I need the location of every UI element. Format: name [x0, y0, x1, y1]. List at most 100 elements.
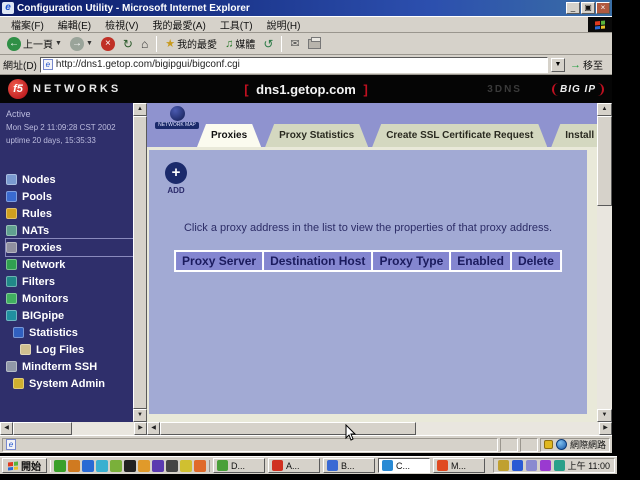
go-button[interactable]: → 移至 — [568, 57, 609, 72]
tab-install-ssl-certificate[interactable]: Install SSL Certif — [551, 124, 597, 147]
column-header-proxy-server[interactable]: Proxy Server — [176, 252, 262, 270]
scrollbar-thumb[interactable] — [160, 422, 416, 435]
sidebar-item-mindterm-ssh[interactable]: Mindterm SSH — [6, 358, 133, 375]
taskbar-clock[interactable]: 上午 11:00 — [568, 459, 610, 472]
sidebar-item-log-files[interactable]: Log Files — [6, 341, 133, 358]
tray-icon[interactable] — [512, 460, 523, 471]
main-vertical-scrollbar[interactable]: ▲ ▼ — [597, 103, 612, 422]
sidebar-item-pools[interactable]: Pools — [6, 188, 133, 205]
menu-favorites[interactable]: 我的最愛(A) — [145, 17, 212, 32]
back-dropdown-icon[interactable]: ▼ — [55, 40, 62, 47]
column-header-proxy-type[interactable]: Proxy Type — [373, 252, 449, 270]
refresh-button[interactable]: ↻ — [120, 36, 136, 52]
menu-edit[interactable]: 編輯(E) — [51, 17, 98, 32]
sidebar-item-nats[interactable]: NATs — [6, 222, 133, 239]
quicklaunch-icon[interactable] — [54, 460, 66, 472]
proxies-icon — [6, 242, 17, 253]
scrollbar-thumb[interactable] — [597, 116, 612, 206]
task-icon — [437, 460, 448, 471]
title-bar[interactable]: e Configuration Utility - Microsoft Inte… — [0, 0, 612, 16]
sidebar-item-label: BIGpipe — [22, 310, 64, 322]
scroll-right-icon[interactable]: ▶ — [599, 422, 612, 435]
sidebar-item-monitors[interactable]: Monitors — [6, 290, 133, 307]
quicklaunch-icon[interactable] — [138, 460, 150, 472]
quicklaunch-icon[interactable] — [124, 460, 136, 472]
tray-icon[interactable] — [526, 460, 537, 471]
sidebar-item-proxies[interactable]: Proxies — [6, 239, 133, 256]
scroll-up-icon[interactable]: ▲ — [597, 103, 612, 116]
quicklaunch-icon[interactable] — [68, 460, 80, 472]
favorites-button[interactable]: ★ 我的最愛 — [162, 35, 220, 52]
quicklaunch-icon[interactable] — [96, 460, 108, 472]
stop-icon: × — [101, 37, 115, 51]
tab-proxies[interactable]: Proxies — [197, 124, 261, 147]
media-button[interactable]: ♫ 媒體 — [222, 35, 258, 52]
menu-file[interactable]: 檔案(F) — [4, 17, 51, 32]
scroll-left-icon[interactable]: ◀ — [147, 422, 160, 435]
tray-icon[interactable] — [554, 460, 565, 471]
sidebar-item-rules[interactable]: Rules — [6, 205, 133, 222]
system-info: Active Mon Sep 2 11:09:28 CST 2002 uptim… — [6, 108, 133, 147]
menu-help[interactable]: 說明(H) — [260, 17, 308, 32]
tray-volume-icon[interactable] — [498, 460, 509, 471]
back-button[interactable]: ← 上一頁 ▼ — [4, 35, 65, 52]
scroll-down-icon[interactable]: ▼ — [597, 409, 612, 422]
log-files-icon — [20, 344, 31, 355]
sidebar-item-statistics[interactable]: Statistics — [6, 324, 133, 341]
menu-view[interactable]: 檢視(V) — [98, 17, 145, 32]
address-input[interactable]: e http://dns1.getop.com/bigipgui/bigconf… — [40, 57, 548, 73]
column-header-delete[interactable]: Delete — [512, 252, 560, 270]
scrollbar-thumb[interactable] — [13, 422, 72, 435]
sidebar-item-filters[interactable]: Filters — [6, 273, 133, 290]
sidebar-vertical-scrollbar[interactable]: ▲ ▼ — [133, 103, 147, 422]
forward-dropdown-icon[interactable]: ▼ — [86, 40, 93, 47]
tab-proxy-statistics[interactable]: Proxy Statistics — [265, 124, 368, 147]
start-button[interactable]: 開始 — [2, 458, 47, 473]
scrollbar-thumb[interactable] — [133, 116, 147, 409]
stop-button[interactable]: × — [98, 36, 118, 52]
sidebar-item-nodes[interactable]: Nodes — [6, 171, 133, 188]
address-dropdown-button[interactable]: ▼ — [551, 58, 565, 72]
sidebar-item-bigpipe[interactable]: BIGpipe — [6, 307, 133, 324]
scroll-left-icon[interactable]: ◀ — [0, 422, 13, 435]
maximize-button[interactable]: ▣ — [581, 2, 595, 14]
mindterm-ssh-icon — [6, 361, 17, 372]
taskbar-task-button[interactable]: A... — [268, 458, 320, 473]
add-proxy-button[interactable]: + ADD — [165, 162, 187, 195]
address-url[interactable]: http://dns1.getop.com/bigipgui/bigconf.c… — [56, 59, 545, 70]
quicklaunch-icon[interactable] — [110, 460, 122, 472]
scroll-up-icon[interactable]: ▲ — [133, 103, 147, 116]
unit-status: Active — [6, 108, 133, 121]
scroll-down-icon[interactable]: ▼ — [133, 409, 147, 422]
minimize-button[interactable]: _ — [566, 2, 580, 14]
tab-create-ssl-certificate-request[interactable]: Create SSL Certificate Request — [372, 124, 547, 147]
tray-icon[interactable] — [540, 460, 551, 471]
column-header-enabled[interactable]: Enabled — [451, 252, 510, 270]
mail-button[interactable]: ✉ — [287, 36, 302, 51]
scroll-right-icon[interactable]: ▶ — [134, 422, 147, 435]
filters-icon — [6, 276, 17, 287]
history-button[interactable]: ↺ — [260, 36, 276, 52]
home-button[interactable]: ⌂ — [138, 36, 151, 52]
address-label: 網址(D) — [3, 57, 37, 72]
sidebar-item-network[interactable]: Network — [6, 256, 133, 273]
print-button[interactable] — [305, 38, 324, 50]
forward-button[interactable]: → ▼ — [67, 36, 96, 52]
menu-tools[interactable]: 工具(T) — [213, 17, 260, 32]
quicklaunch-icon[interactable] — [82, 460, 94, 472]
taskbar-task-button[interactable]: B... — [323, 458, 375, 473]
main-horizontal-scrollbar[interactable]: ◀ ▶ — [147, 422, 612, 435]
taskbar-task-button[interactable]: M... — [433, 458, 485, 473]
quicklaunch-icon[interactable] — [166, 460, 178, 472]
network-map-button[interactable]: NETWORK MAP — [155, 106, 199, 129]
taskbar-task-button-active[interactable]: C... — [378, 458, 430, 473]
sidebar-horizontal-scrollbar[interactable]: ◀ ▶ — [0, 422, 147, 435]
close-button[interactable]: × — [596, 2, 610, 14]
quicklaunch-icon[interactable] — [152, 460, 164, 472]
quicklaunch-icon[interactable] — [194, 460, 206, 472]
taskbar-task-button[interactable]: D... — [213, 458, 265, 473]
sidebar-item-system-admin[interactable]: System Admin — [6, 375, 133, 392]
mouse-cursor — [345, 424, 357, 442]
column-header-destination-host[interactable]: Destination Host — [264, 252, 371, 270]
quicklaunch-icon[interactable] — [180, 460, 192, 472]
